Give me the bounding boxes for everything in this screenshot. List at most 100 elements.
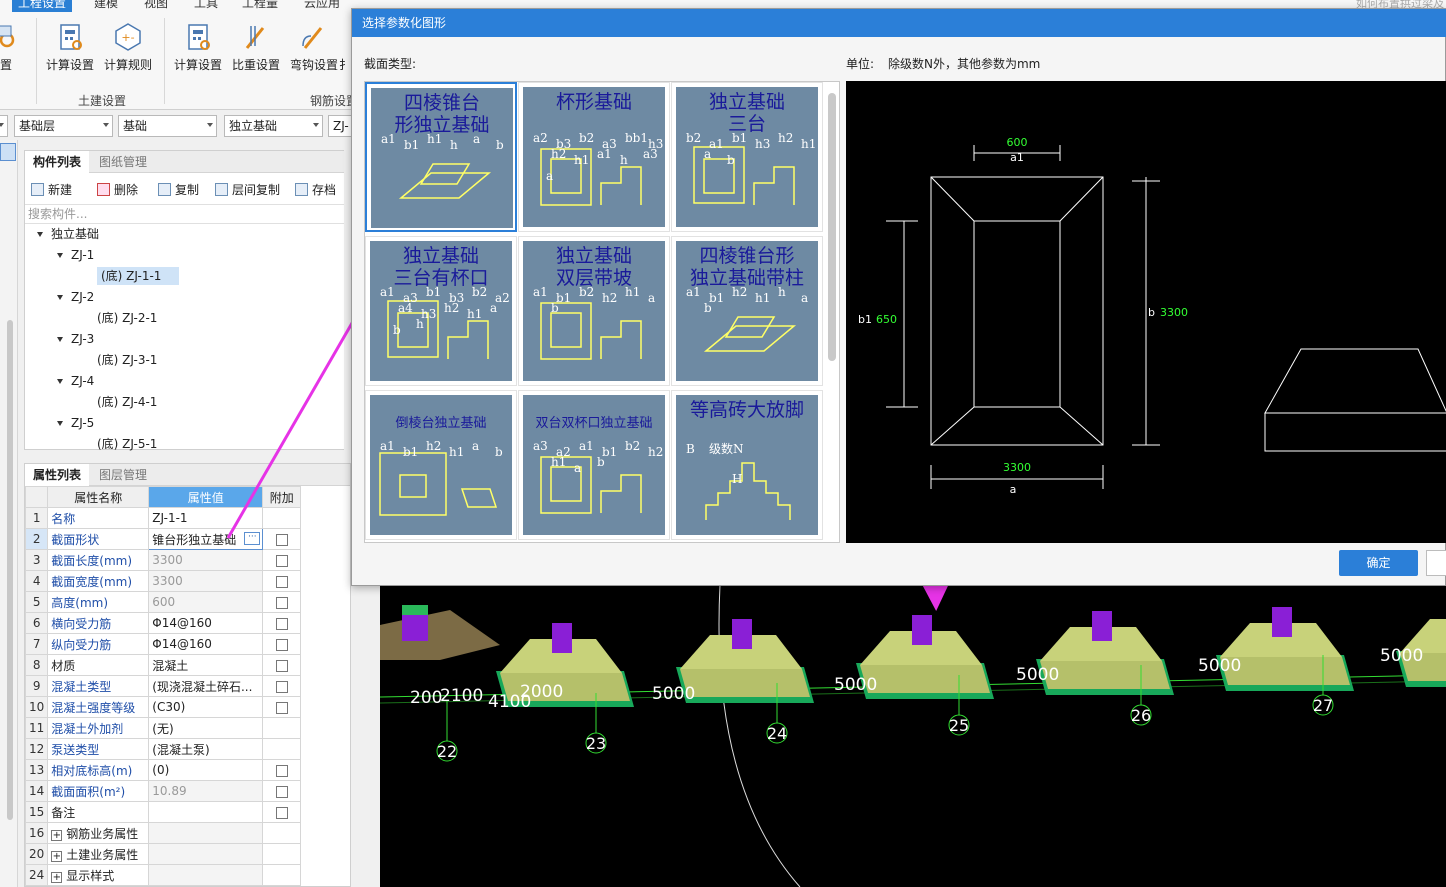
combo-floor-partial[interactable] bbox=[0, 115, 8, 137]
tree-node[interactable]: 独立基础 bbox=[37, 225, 99, 243]
cancel-button-partial[interactable] bbox=[1426, 550, 1446, 576]
tree-scrollbar[interactable] bbox=[344, 150, 351, 450]
tree-expand-icon[interactable] bbox=[57, 295, 63, 300]
settings-button-partial[interactable]: 设置 bbox=[0, 22, 28, 73]
tree-expand-icon[interactable] bbox=[37, 232, 43, 237]
tab-drawing-management[interactable]: 图纸管理 bbox=[91, 151, 155, 173]
floor-select[interactable]: 基础层 bbox=[14, 115, 113, 137]
property-value[interactable]: 3300 bbox=[148, 570, 264, 592]
shape-thumbnail[interactable]: 四棱锥台形 独立基础带柱 a1 b1 h2 h1 h a b bbox=[671, 236, 823, 386]
tree-node[interactable]: (底) ZJ-1-1 bbox=[97, 267, 180, 285]
new-button[interactable]: 新建 bbox=[31, 181, 72, 198]
weight-settings-button[interactable]: 比重设置 bbox=[228, 22, 284, 73]
extra-checkbox[interactable] bbox=[275, 680, 288, 693]
property-value[interactable]: (现浇混凝土碎石... bbox=[148, 675, 264, 697]
extra-checkbox[interactable] bbox=[275, 638, 288, 651]
property-row[interactable]: 7 纵向受力筋 Φ14@160 bbox=[24, 633, 302, 655]
floor-copy-button[interactable]: 层间复制 bbox=[215, 181, 280, 198]
extra-checkbox[interactable] bbox=[275, 701, 288, 714]
property-row[interactable]: 8 材质 混凝土 bbox=[24, 654, 302, 676]
property-row[interactable]: 14 截面面积(m²) 10.89 bbox=[24, 780, 302, 802]
type-select[interactable]: 独立基础 bbox=[224, 115, 323, 137]
property-value[interactable]: Φ14@160 bbox=[148, 612, 264, 634]
foundation[interactable] bbox=[1216, 607, 1354, 691]
property-value[interactable] bbox=[148, 822, 264, 844]
property-row[interactable]: 6 横向受力筋 Φ14@160 bbox=[24, 612, 302, 634]
property-row[interactable]: 1 名称 ZJ-1-1 bbox=[24, 507, 302, 529]
more-button-partial[interactable]: 扌 bbox=[338, 22, 352, 73]
tree-expand-icon[interactable] bbox=[57, 253, 63, 258]
tab-property-list[interactable]: 属性列表 bbox=[25, 464, 90, 486]
extra-checkbox[interactable] bbox=[275, 575, 288, 588]
expand-plus-icon[interactable]: + bbox=[51, 850, 63, 862]
property-value[interactable]: (混凝土泵) bbox=[148, 738, 264, 760]
shape-thumbnail[interactable]: 杯形基础 a2 b3 b2 a3 bb1 h3 h2 h1 a1 h a3 a bbox=[518, 82, 670, 232]
property-value[interactable]: 混凝土 bbox=[148, 654, 264, 676]
tree-node[interactable]: ZJ-2 bbox=[57, 288, 94, 306]
calc-settings-button[interactable]: 计算设置 bbox=[42, 22, 98, 73]
extra-checkbox[interactable] bbox=[275, 596, 288, 609]
tab-project-settings[interactable]: 工程设置 bbox=[12, 0, 73, 12]
property-value[interactable]: (0) bbox=[148, 759, 264, 781]
tree-expand-icon[interactable] bbox=[57, 379, 63, 384]
tree-expand-icon[interactable] bbox=[57, 337, 63, 342]
shape-thumbnail[interactable]: 独立基础 双层带坡 a1 b1 b2 h2 h1 a b bbox=[518, 236, 670, 386]
property-value[interactable] bbox=[148, 843, 264, 865]
tree-expand-icon[interactable] bbox=[57, 421, 63, 426]
property-value[interactable]: 3300 bbox=[148, 549, 264, 571]
property-value[interactable]: 10.89 bbox=[148, 780, 264, 802]
extra-checkbox[interactable] bbox=[275, 764, 288, 777]
extra-checkbox[interactable] bbox=[275, 659, 288, 672]
extra-checkbox[interactable] bbox=[275, 806, 288, 819]
property-row[interactable]: 4 截面宽度(mm) 3300 bbox=[24, 570, 302, 592]
property-row[interactable]: 20 + 土建业务属性 bbox=[24, 843, 302, 865]
property-value[interactable]: 锥台形独立基础 ··· bbox=[148, 528, 264, 550]
shape-thumbnail[interactable]: 等高砖大放脚 B 级数N H bbox=[671, 390, 823, 540]
nav-icon[interactable] bbox=[0, 143, 16, 161]
property-row[interactable]: 11 混凝土外加剂 (无) bbox=[24, 717, 302, 739]
tab-tools[interactable]: 工具 bbox=[188, 0, 224, 12]
property-value[interactable]: (C30) bbox=[148, 696, 264, 718]
tree-node[interactable]: (底) ZJ-4-1 bbox=[97, 393, 157, 411]
shape-thumbnail[interactable]: 四棱锥台 形独立基础 a1 b1 h1 h a b bbox=[365, 82, 517, 232]
shape-thumbnail[interactable]: 独立基础 三台有杯口 a1 a3 b1 b3 b2 a2 a4 h3 h2 h1 a b h bbox=[365, 236, 517, 386]
tab-component-list[interactable]: 构件列表 bbox=[25, 151, 90, 173]
left-scrollbar[interactable] bbox=[7, 320, 13, 820]
property-row[interactable]: 9 混凝土类型 (现浇混凝土碎石... bbox=[24, 675, 302, 697]
calc-rules-button[interactable]: +- 计算规则 bbox=[100, 22, 156, 73]
tab-modeling[interactable]: 建模 bbox=[88, 0, 124, 12]
tree-node[interactable]: ZJ-3 bbox=[57, 330, 94, 348]
ok-button[interactable]: 确定 bbox=[1339, 550, 1418, 576]
expand-plus-icon[interactable]: + bbox=[51, 871, 63, 883]
expand-plus-icon[interactable]: + bbox=[51, 829, 63, 841]
tree-node[interactable]: (底) ZJ-2-1 bbox=[97, 309, 157, 327]
foundation[interactable] bbox=[1396, 603, 1446, 687]
tree-node[interactable]: (底) ZJ-3-1 bbox=[97, 351, 157, 369]
tree-node[interactable]: (底) ZJ-5-1 bbox=[97, 435, 157, 453]
tree-node[interactable]: ZJ-4 bbox=[57, 372, 94, 390]
tab-quantity[interactable]: 工程量 bbox=[236, 0, 284, 12]
property-value[interactable]: 600 bbox=[148, 591, 264, 613]
property-row[interactable]: 3 截面长度(mm) 3300 bbox=[24, 549, 302, 571]
tab-cloud[interactable]: 云应用 bbox=[298, 0, 346, 12]
rebar-calc-settings-button[interactable]: 计算设置 bbox=[170, 22, 226, 73]
category-select[interactable]: 基础 bbox=[118, 115, 217, 137]
tree-node[interactable]: ZJ-1 bbox=[57, 246, 94, 264]
delete-button[interactable]: 删除 bbox=[97, 181, 138, 198]
extra-checkbox[interactable] bbox=[275, 617, 288, 630]
gallery-scrollbar[interactable] bbox=[828, 93, 836, 361]
tree-node[interactable]: ZJ-5 bbox=[57, 414, 94, 432]
property-value[interactable]: (无) bbox=[148, 717, 264, 739]
property-row[interactable]: 13 相对底标高(m) (0) bbox=[24, 759, 302, 781]
tab-layer-management[interactable]: 图层管理 bbox=[91, 464, 155, 486]
hook-settings-button[interactable]: 弯钩设置 bbox=[286, 22, 342, 73]
extra-checkbox[interactable] bbox=[275, 785, 288, 798]
property-row[interactable]: 12 泵送类型 (混凝土泵) bbox=[24, 738, 302, 760]
property-value[interactable]: ZJ-1-1 bbox=[148, 507, 264, 529]
foundation[interactable] bbox=[676, 619, 814, 703]
property-row[interactable]: 15 备注 bbox=[24, 801, 302, 823]
shape-thumbnail[interactable]: 双台双杯口独立基础 a3 a2 a1 b1 b2 h2 h1 a b bbox=[518, 390, 670, 540]
3d-viewport[interactable]: 200 2100 4100 2000 5000 5000 5000 5000 5000 22 23… bbox=[380, 585, 1446, 887]
archive-button[interactable]: 存档 bbox=[295, 181, 336, 198]
property-row[interactable]: 16 + 钢筋业务属性 bbox=[24, 822, 302, 844]
